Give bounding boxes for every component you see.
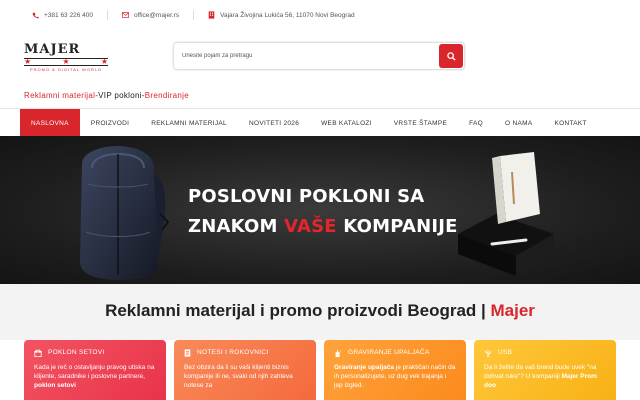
card-text-part: Kada je reč o ostavljanju pravog utiska … <box>34 364 155 380</box>
nav-web-katalozi[interactable]: WEB KATALOZI <box>310 109 383 137</box>
search-button[interactable] <box>439 44 463 68</box>
nav-naslovna[interactable]: NASLOVNA <box>20 109 80 137</box>
banner-headline-2-post: KOMPANIJE <box>336 216 458 237</box>
card-text: Bez obzira da li su vaši klijenti biznis… <box>184 363 306 390</box>
phone-number: +381 63 226 400 <box>44 11 93 19</box>
nav-faq[interactable]: FAQ <box>458 109 494 137</box>
email-address: office@majer.rs <box>133 11 180 19</box>
street-address: Vajara Živojina Lukića 56, 11070 Novi Be… <box>220 11 355 19</box>
search-input[interactable] <box>174 53 439 59</box>
divider <box>193 10 195 20</box>
card-usb[interactable]: USB Da li želite da vaš brend bude uvek … <box>474 340 616 400</box>
star-icon: ★ <box>24 57 32 66</box>
card-text-bold: Graviranje upaljača <box>334 364 394 371</box>
hero-banner[interactable]: POSLOVNI POKLONI SA ZNAKOM VAŠE KOMPANIJ… <box>0 136 640 284</box>
card-text: Da li želite da vaš brend bude uvek "na … <box>484 363 606 390</box>
building-icon <box>208 11 215 19</box>
phone-icon <box>32 12 39 19</box>
nav-noviteti[interactable]: NOVITETI 2026 <box>238 109 310 137</box>
usb-icon <box>485 348 492 357</box>
backpack-image <box>80 146 170 280</box>
nav-o-nama[interactable]: O NAMA <box>494 109 543 137</box>
gift-icon <box>34 348 42 357</box>
logo-stars: ★ ★ ★ <box>24 58 108 66</box>
star-icon: ★ <box>100 57 108 66</box>
feature-cards: POKLON SETOVI Kada je reč o ostavljanju … <box>24 340 616 400</box>
notebook-icon <box>184 348 191 357</box>
banner-highlight: VAŠE <box>284 216 337 237</box>
nav-kontakt[interactable]: KONTAKT <box>543 109 597 137</box>
card-title: GRAVIRANJE UPALJAČA <box>348 349 430 356</box>
site-logo[interactable]: MAJER ★ ★ ★ PROMO & DIGITAL WORLD <box>24 42 108 72</box>
tagline-links: Reklamni materijal - VIP pokloni - Brend… <box>0 82 640 108</box>
section-title-brand: Majer <box>490 301 535 320</box>
nav-vrste-stampe[interactable]: VRSTE ŠTAMPE <box>383 109 458 137</box>
subline-brendiranje[interactable]: Brendiranje <box>145 91 189 100</box>
lighter-icon <box>335 348 342 357</box>
section-title-text: Reklamni materijal i promo proizvodi Beo… <box>105 301 491 320</box>
search-icon <box>446 51 456 61</box>
divider <box>106 10 108 20</box>
logo-wordmark: MAJER <box>24 42 81 57</box>
nav-proizvodi[interactable]: PROIZVODI <box>80 109 140 137</box>
section-title: Reklamni materijal i promo proizvodi Beo… <box>0 301 640 321</box>
subline-vip[interactable]: VIP pokloni <box>98 91 142 100</box>
banner-headline-2-pre: ZNAKOM <box>188 216 285 237</box>
logo-tagline: PROMO & DIGITAL WORLD <box>29 67 103 72</box>
card-text: Graviranje upaljača je praktičan način d… <box>334 363 456 390</box>
star-icon: ★ <box>62 57 70 66</box>
card-notesi[interactable]: NOTESI I ROKOVNICI Bez obzira da li su v… <box>174 340 316 400</box>
envelope-icon <box>121 12 129 19</box>
banner-headline-2: ZNAKOM VAŠE KOMPANIJE <box>188 216 458 237</box>
card-title: USB <box>498 349 513 356</box>
top-info-bar: +381 63 226 400 office@majer.rs Vajara Ž… <box>0 0 640 30</box>
card-text: Kada je reč o ostavljanju pravog utiska … <box>34 363 156 390</box>
address-contact: Vajara Živojina Lukića 56, 11070 Novi Be… <box>208 11 355 19</box>
card-poklon-setovi[interactable]: POKLON SETOVI Kada je reč o ostavljanju … <box>24 340 166 400</box>
card-title: POKLON SETOVI <box>48 349 105 356</box>
subline-reklamni[interactable]: Reklamni materijal <box>24 91 95 100</box>
gift-box-image <box>458 152 554 276</box>
card-graviranje[interactable]: GRAVIRANJE UPALJAČA Graviranje upaljača … <box>324 340 466 400</box>
card-text-bold: poklon setovi <box>34 382 76 389</box>
main-nav: NASLOVNA PROIZVODI REKLAMNI MATERIJAL NO… <box>0 108 640 137</box>
banner-headline-1: POSLOVNI POKLONI SA <box>188 186 425 207</box>
card-text-part: Bez obzira da li su vaši klijenti biznis… <box>184 364 293 389</box>
email-contact[interactable]: office@majer.rs <box>121 11 180 19</box>
card-title: NOTESI I ROKOVNICI <box>197 349 269 356</box>
phone-contact[interactable]: +381 63 226 400 <box>32 12 93 19</box>
search-box <box>173 42 465 70</box>
nav-reklamni-materijal[interactable]: REKLAMNI MATERIJAL <box>140 109 238 137</box>
